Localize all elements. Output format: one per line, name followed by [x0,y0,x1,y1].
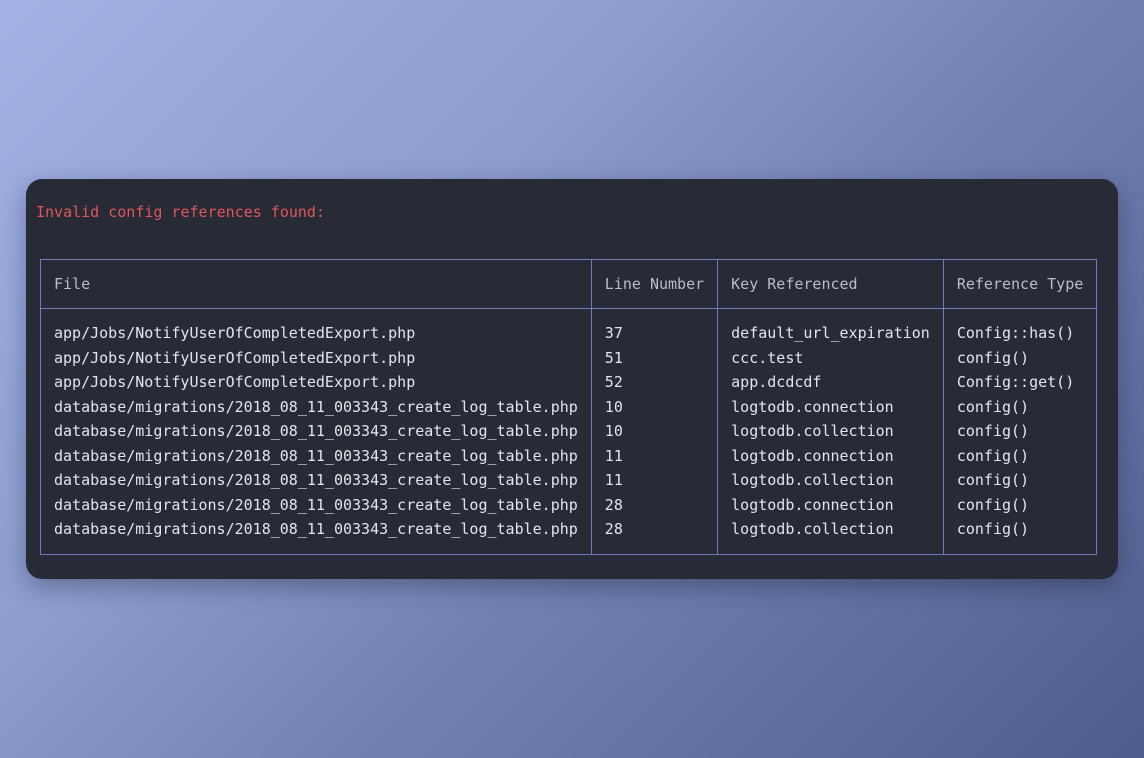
column-header-line-number: Line Number [591,259,719,309]
line-number-cell: 28 [591,492,719,517]
terminal-window: Invalid config references found: File Li… [26,179,1118,579]
table-row: database/migrations/2018_08_11_003343_cr… [40,492,1097,517]
line-number-cell: 28 [591,517,719,554]
table-row: app/Jobs/NotifyUserOfCompletedExport.php… [40,345,1097,370]
table-header-row: File Line Number Key Referenced Referenc… [40,259,1097,309]
table-row: app/Jobs/NotifyUserOfCompletedExport.php… [40,308,1097,346]
reference-type-cell: Config::has() [956,324,1075,343]
file-cell: database/migrations/2018_08_11_003343_cr… [40,492,592,517]
file-cell: database/migrations/2018_08_11_003343_cr… [40,468,592,493]
key-cell: logtodb.collection [717,517,944,554]
config-references-table: File Line Number Key Referenced Referenc… [40,259,1098,555]
line-number-cell: 10 [591,394,719,419]
table-row: database/migrations/2018_08_11_003343_cr… [40,443,1097,468]
table-row: database/migrations/2018_08_11_003343_cr… [40,419,1097,444]
key-cell: default_url_expiration [717,308,944,346]
column-header-reference-type: Reference Type [943,259,1097,309]
table-row: app/Jobs/NotifyUserOfCompletedExport.php… [40,370,1097,395]
key-cell: logtodb.collection [717,468,944,493]
line-number-cell: 11 [591,443,719,468]
reference-type-cell: config() [956,520,1030,539]
file-cell: app/Jobs/NotifyUserOfCompletedExport.php [40,370,592,395]
reference-type-cell: config() [956,446,1030,465]
key-cell: app.dcdcdf [717,370,944,395]
key-cell: ccc.test [717,345,944,370]
line-number-cell: 11 [591,468,719,493]
key-cell: logtodb.collection [717,419,944,444]
file-cell: database/migrations/2018_08_11_003343_cr… [40,443,592,468]
table-row: database/migrations/2018_08_11_003343_cr… [40,394,1097,419]
error-message: Invalid config references found: [36,203,325,221]
reference-type-cell: config() [956,422,1030,441]
file-cell: database/migrations/2018_08_11_003343_cr… [40,419,592,444]
line-number-cell: 52 [591,370,719,395]
reference-type-cell: config() [956,471,1030,490]
line-number-cell: 10 [591,419,719,444]
column-header-key-referenced: Key Referenced [717,259,944,309]
reference-type-cell: Config::get() [956,373,1075,392]
reference-type-cell: config() [956,348,1030,367]
line-number-cell: 37 [591,308,719,346]
file-cell: database/migrations/2018_08_11_003343_cr… [40,517,592,554]
key-cell: logtodb.connection [717,492,944,517]
file-cell: app/Jobs/NotifyUserOfCompletedExport.php [40,345,592,370]
line-number-cell: 51 [591,345,719,370]
key-cell: logtodb.connection [717,443,944,468]
column-header-file: File [40,259,592,309]
table-row: database/migrations/2018_08_11_003343_cr… [40,517,1097,554]
key-cell: logtodb.connection [717,394,944,419]
table-row: database/migrations/2018_08_11_003343_cr… [40,468,1097,493]
file-cell: app/Jobs/NotifyUserOfCompletedExport.php [40,308,592,346]
reference-type-cell: config() [956,397,1030,416]
file-cell: database/migrations/2018_08_11_003343_cr… [40,394,592,419]
reference-type-cell: config() [956,495,1030,514]
